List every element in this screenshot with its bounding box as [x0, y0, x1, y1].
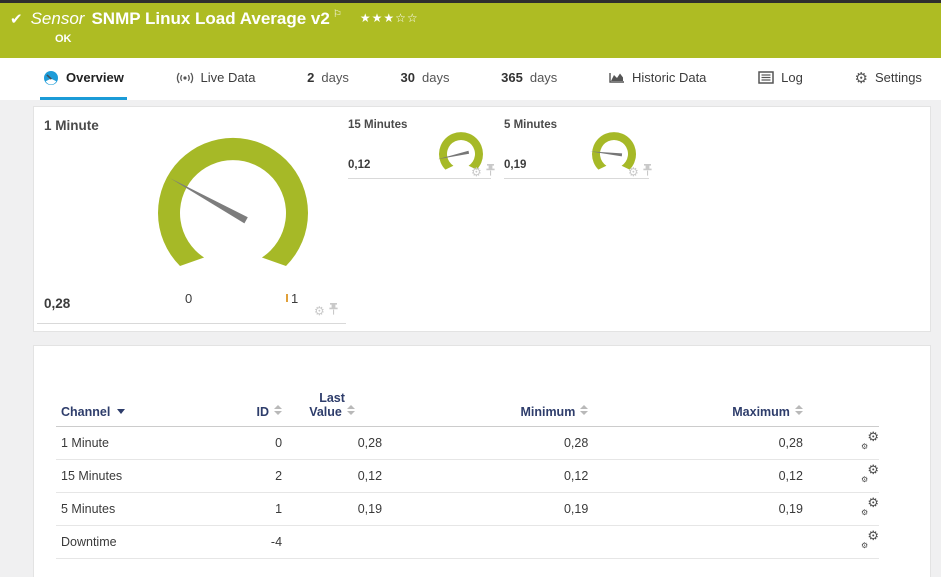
channel-settings-cell: ⚙ ⚙ [802, 525, 879, 559]
gauge-title-15-minutes: 15 Minutes [348, 119, 408, 131]
gauge-limit-marker [286, 294, 288, 302]
broadcast-icon [176, 71, 194, 85]
channel-settings-cell: ⚙ ⚙ [802, 492, 879, 526]
channels-table: Channel ID Last Value Minimum Maximum 1 M… [56, 376, 879, 559]
channel-maximum: 0,19 [588, 492, 803, 526]
table-row: 5 Minutes 1 0,19 0,19 0,19 ⚙ ⚙ [56, 492, 879, 526]
tab-label: Settings [874, 70, 922, 85]
channel-name: 1 Minute [56, 426, 249, 460]
channel-maximum: 0,28 [588, 426, 803, 460]
tab-365-days[interactable]: 365 days [498, 58, 560, 100]
flag-icon[interactable]: ⚐ [333, 9, 342, 20]
gauge-value-5-minutes: 0,19 [504, 159, 527, 171]
priority-stars[interactable]: ★★★☆☆ [360, 11, 419, 25]
gauge-1-minute [158, 137, 308, 266]
sort-icon [346, 404, 355, 415]
gauge-gear-icon[interactable]: ⚙ [314, 305, 325, 317]
sensor-status-header: ✔ Sensor SNMP Linux Load Average v2 ⚐ ★★… [0, 3, 941, 58]
tab-label: days [529, 70, 558, 85]
channel-settings-icon[interactable]: ⚙ ⚙ [861, 431, 879, 451]
channel-minimum: 0,28 [382, 426, 589, 460]
channel-settings-icon[interactable]: ⚙ ⚙ [861, 464, 879, 484]
tab-day-count: 2 [307, 70, 315, 85]
tab-log[interactable]: Log [755, 58, 806, 100]
tab-2-days[interactable]: 2 days [304, 58, 352, 100]
channels-panel: Channel ID Last Value Minimum Maximum 1 M… [33, 345, 931, 577]
sort-icon [794, 404, 803, 415]
column-header-last-value[interactable]: Last Value [282, 376, 383, 427]
channel-last-value [282, 525, 383, 559]
divider [37, 323, 346, 324]
column-header-id[interactable]: ID [248, 376, 283, 427]
sensor-tab-bar: Overview Live Data 2 days 30 days 365 da… [0, 58, 941, 100]
channel-id: -4 [248, 525, 283, 559]
gauge-title-5-minutes: 5 Minutes [504, 119, 558, 131]
stars-filled: ★★★ [359, 11, 396, 25]
channel-id: 0 [248, 426, 283, 460]
sort-icon [274, 404, 283, 415]
tab-overview[interactable]: Overview [40, 58, 127, 100]
table-header-row: Channel ID Last Value Minimum Maximum [56, 376, 879, 427]
channel-id: 1 [248, 492, 283, 526]
channel-id: 2 [248, 459, 283, 493]
area-chart-icon [609, 71, 625, 84]
gauge-title-1-minute: 1 Minute [44, 118, 99, 133]
tab-historic-data[interactable]: Historic Data [606, 58, 709, 100]
channel-name: 15 Minutes [56, 459, 249, 493]
column-header-settings [802, 376, 879, 427]
gauge-icon [43, 70, 59, 86]
gear-icon: ⚙ [854, 68, 868, 87]
table-row: 1 Minute 0 0,28 0,28 0,28 ⚙ ⚙ [56, 426, 879, 460]
column-header-maximum[interactable]: Maximum [588, 376, 803, 427]
channel-settings-cell: ⚙ ⚙ [802, 459, 879, 493]
gauge-scale-max: 1 [291, 291, 299, 306]
tab-label: Log [781, 70, 803, 85]
channel-settings-icon[interactable]: ⚙ ⚙ [861, 497, 879, 517]
gauge-scale-min: 0 [185, 291, 193, 306]
channel-settings-icon[interactable]: ⚙ ⚙ [861, 530, 879, 550]
status-check-icon: ✔ [10, 10, 23, 28]
channel-name: 5 Minutes [56, 492, 249, 526]
tab-label: days [421, 70, 450, 85]
sort-caret-icon [117, 408, 126, 414]
channel-last-value: 0,12 [282, 459, 383, 493]
table-row: 15 Minutes 2 0,12 0,12 0,12 ⚙ ⚙ [56, 459, 879, 493]
channel-maximum: 0,12 [588, 459, 803, 493]
tab-settings[interactable]: ⚙ Settings [852, 58, 925, 100]
gauge-value-15-minutes: 0,12 [348, 159, 371, 171]
log-icon [758, 71, 774, 84]
tab-30-days[interactable]: 30 days [398, 58, 453, 100]
divider [504, 178, 649, 179]
channel-minimum [382, 525, 589, 559]
tab-day-count: 30 [400, 70, 415, 85]
object-kind-label: Sensor [30, 9, 85, 28]
column-header-minimum[interactable]: Minimum [382, 376, 589, 427]
tab-day-count: 365 [501, 70, 523, 85]
divider [348, 178, 491, 179]
gauges-panel: 1 Minute 0 1 0,28 ⚙ 15 Minutes 0,12 ⚙ 5 … [33, 106, 931, 332]
gauge-corner-actions: ⚙ [314, 302, 338, 320]
channel-last-value: 0,28 [282, 426, 383, 460]
sort-icon [580, 404, 589, 415]
gauge-gear-icon[interactable]: ⚙ [471, 166, 482, 178]
sensor-name: SNMP Linux Load Average v2 [91, 9, 330, 28]
tab-label: Live Data [200, 70, 256, 85]
channel-name: Downtime [56, 525, 249, 559]
column-header-channel[interactable]: Channel [56, 376, 249, 427]
stars-empty: ☆☆ [395, 11, 419, 25]
gauge-value-1-minute: 0,28 [44, 296, 71, 311]
status-badge: OK [55, 33, 72, 45]
channel-minimum: 0,12 [382, 459, 589, 493]
channel-maximum [588, 525, 803, 559]
tab-label: days [321, 70, 349, 85]
tab-label: Historic Data [632, 70, 707, 85]
tab-live-data[interactable]: Live Data [173, 58, 259, 100]
tab-label: Overview [66, 70, 124, 85]
channel-minimum: 0,19 [382, 492, 589, 526]
table-row: Downtime -4 ⚙ ⚙ [56, 525, 879, 559]
pin-icon[interactable] [329, 302, 338, 320]
channel-last-value: 0,19 [282, 492, 383, 526]
gauge-gear-icon[interactable]: ⚙ [628, 166, 639, 178]
channel-settings-cell: ⚙ ⚙ [802, 426, 879, 460]
